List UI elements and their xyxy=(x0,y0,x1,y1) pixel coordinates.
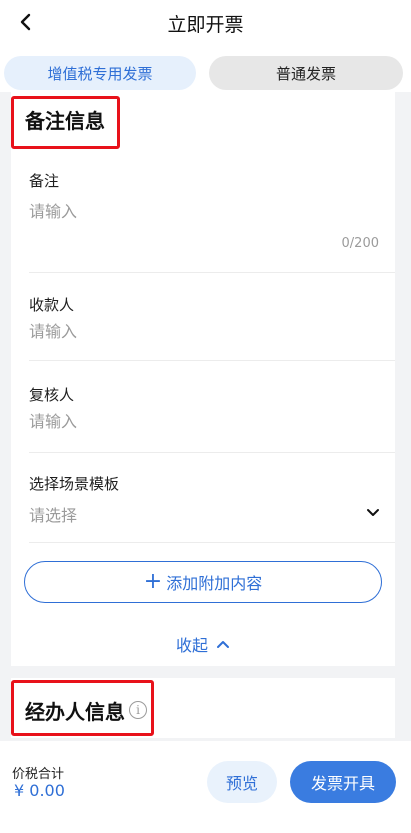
collapse-button[interactable]: 收起 xyxy=(11,632,395,656)
collapse-label: 收起 xyxy=(175,636,208,655)
issue-invoice-button[interactable]: 发票开具 xyxy=(290,761,396,803)
total-amount: ¥ 0.00 xyxy=(14,781,65,800)
tab-general-invoice[interactable]: 普通发票 xyxy=(209,56,403,90)
section-title-handler: 经办人信息 xyxy=(25,700,125,724)
plus-icon: + xyxy=(143,569,163,594)
reviewer-input[interactable] xyxy=(29,412,349,431)
reviewer-label: 复核人 xyxy=(29,386,75,404)
handler-card: 经办人信息 i xyxy=(11,678,395,738)
template-label: 选择场景模板 xyxy=(29,475,120,493)
remarks-card: 备注信息 备注 0/200 收款人 复核人 选择场景模板 请选择 + 添加附加内… xyxy=(11,92,395,666)
tab-vat-special-invoice[interactable]: 增值税专用发票 xyxy=(4,56,196,90)
top-bar: 立即开票 xyxy=(0,0,411,44)
remark-char-counter: 0/200 xyxy=(341,236,379,251)
divider xyxy=(29,452,395,453)
page-title: 立即开票 xyxy=(167,14,244,36)
payee-label: 收款人 xyxy=(29,296,75,314)
divider xyxy=(29,272,395,273)
section-title-remarks: 备注信息 xyxy=(25,109,105,133)
remark-input[interactable] xyxy=(29,202,349,221)
preview-button[interactable]: 预览 xyxy=(207,761,277,803)
total-label: 价税合计 xyxy=(12,767,65,782)
chevron-up-icon xyxy=(217,641,229,648)
add-extra-content-button[interactable]: + 添加附加内容 xyxy=(24,561,382,603)
info-icon[interactable]: i xyxy=(129,701,147,719)
chevron-down-icon[interactable] xyxy=(365,504,381,520)
remark-label: 备注 xyxy=(29,172,60,190)
invoice-type-tabs: 增值税专用发票 普通发票 xyxy=(0,44,411,92)
divider xyxy=(29,542,395,543)
add-extra-content-label: 添加附加内容 xyxy=(166,574,263,593)
divider xyxy=(29,360,395,361)
payee-input[interactable] xyxy=(29,322,349,341)
bottom-bar: 价税合计 ¥ 0.00 预览 发票开具 xyxy=(0,741,411,833)
template-select[interactable]: 请选择 xyxy=(29,502,349,526)
